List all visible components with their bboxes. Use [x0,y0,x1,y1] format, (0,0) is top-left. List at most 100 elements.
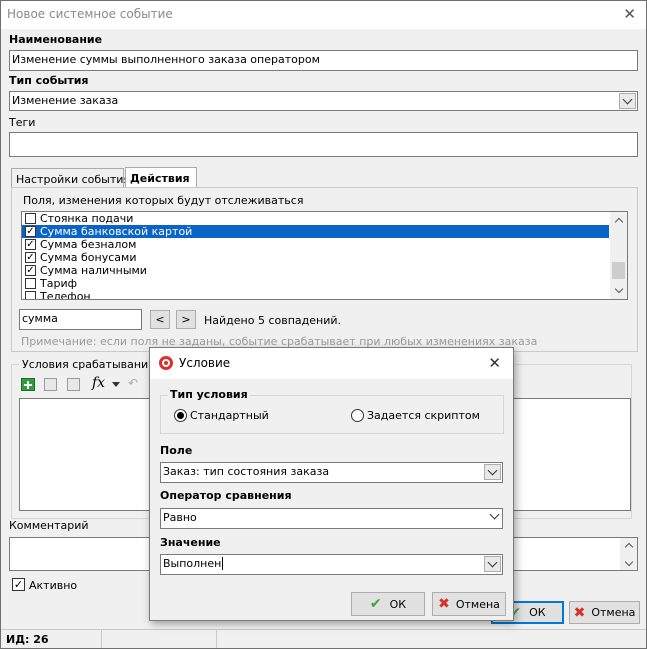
status-bar [1,629,646,648]
main-window: Новое системное событие ✕ Наименование И… [0,0,647,649]
list-item-label: Стоянка подачи [40,212,134,225]
list-item[interactable]: ✓ Сумма банковской картой [22,225,609,238]
close-icon[interactable]: ✕ [623,5,636,23]
search-result: Найдено 5 совпадений. [204,314,342,327]
event-type-select[interactable]: Изменение заказа [9,91,638,111]
operator-select-value: Равно [163,511,197,524]
radio-script-label: Задается скриптом [367,409,480,422]
checkbox[interactable] [25,213,36,224]
tab-actions[interactable]: Действия [125,167,197,188]
chevron-down-icon[interactable] [484,464,501,480]
operator-select[interactable]: Равно [160,508,503,529]
radio-standard[interactable] [174,409,187,422]
title-bar: Новое системное событие ✕ [1,1,646,29]
field-label: Поле [160,444,193,457]
list-item-label: Сумма безналом [40,238,137,251]
checkbox[interactable]: ✓ [25,252,36,263]
tab-actions-label: Действия [130,172,190,185]
status-divider [101,630,102,648]
list-item-label: Телефон [40,290,91,300]
checkbox[interactable]: ✓ [25,226,36,237]
list-item-label: Сумма бонусами [40,251,137,264]
name-label: Наименование [9,33,103,46]
name-input-value: Изменение суммы выполненного заказа опер… [12,53,320,66]
list-item[interactable]: ✓ Сумма наличными [22,264,627,277]
fields-list[interactable]: Стоянка подачи ✓ Сумма банковской картой … [21,211,628,300]
field-select[interactable]: Заказ: тип состояния заказа [160,462,503,483]
search-input-value: сумма [22,312,58,325]
checkbox[interactable] [25,291,36,299]
chevron-down-icon[interactable] [484,556,501,572]
checkbox[interactable]: ✓ [25,265,36,276]
next-match-button[interactable]: > [176,310,196,329]
checkbox[interactable]: ✓ [25,239,36,250]
radio-script[interactable] [351,409,364,422]
tags-input[interactable] [9,132,638,157]
search-input[interactable]: сумма [19,309,142,330]
next-match-label: > [181,313,191,326]
window-title: Новое системное событие [7,7,173,21]
active-checkbox[interactable]: ✓ [12,578,25,591]
delete-condition-icon[interactable] [67,378,80,391]
undo-icon[interactable]: ↶ [128,376,138,390]
list-item-label: Тариф [40,277,77,290]
dialog-cancel-button[interactable]: ✖ Отмена [432,592,506,616]
cancel-label: Отмена [591,606,636,619]
scroll-up-icon[interactable] [610,212,627,229]
list-item[interactable]: ✓ Сумма бонусами [22,251,627,264]
chevron-down-icon[interactable] [619,93,636,109]
operator-label: Оператор сравнения [160,489,292,502]
ok-label: ОК [529,606,546,619]
fx-icon[interactable]: fx [92,375,105,391]
list-item[interactable]: Стоянка подачи [22,212,627,225]
dialog-title-bar: Условие ✕ [150,348,513,379]
value-label: Значение [160,536,221,549]
event-type-label: Тип события [9,74,89,87]
cancel-icon: ✖ [438,596,450,612]
chevron-down-icon[interactable] [489,509,500,520]
trigger-label: Условия срабатывания [19,358,158,371]
event-type-value: Изменение заказа [12,94,119,107]
condition-dialog: Условие ✕ Тип условия Стандартный Задает… [149,347,514,621]
field-select-value: Заказ: тип состояния заказа [163,465,330,478]
fields-label: Поля, изменения которых будут отслеживат… [23,194,304,207]
scroll-up-icon[interactable] [620,538,637,552]
cancel-icon: ✖ [573,604,586,621]
dialog-title: Условие [179,356,231,370]
list-item-label: Сумма наличными [40,264,147,277]
comment-scrollbar[interactable] [620,538,637,570]
add-condition-icon[interactable] [21,378,35,391]
dialog-ok-button[interactable]: ✔ ОК [351,592,425,616]
cancel-button[interactable]: ✖ Отмена [569,601,640,624]
dialog-close-icon[interactable]: ✕ [488,354,501,372]
name-input[interactable]: Изменение суммы выполненного заказа опер… [9,50,638,71]
tags-label: Теги [9,116,36,129]
list-item-label: Сумма банковской картой [40,225,193,238]
checkmark-icon: ✔ [369,596,382,612]
comment-label: Комментарий [9,519,89,532]
prev-match-button[interactable]: < [150,310,170,329]
radio-standard-label: Стандартный [190,409,269,422]
list-item[interactable]: Тариф [22,277,627,290]
value-select[interactable]: Выполнен [160,554,503,575]
app-icon [159,356,173,370]
checkbox[interactable] [25,278,36,289]
fx-dropdown-icon[interactable] [112,382,120,387]
scroll-thumb[interactable] [612,262,625,279]
scroll-down-icon[interactable] [620,556,637,570]
active-label: Активно [29,579,78,592]
text-caret [222,557,224,570]
tab-settings-label: Настройки события [16,173,131,186]
value-select-value: Выполнен [163,557,222,570]
vertical-scrollbar[interactable] [610,212,627,299]
dialog-ok-label: ОК [389,597,407,611]
edit-condition-icon[interactable] [44,378,57,391]
scroll-down-icon[interactable] [610,282,627,299]
dialog-cancel-label: Отмена [455,597,500,611]
list-item[interactable]: ✓ Сумма безналом [22,238,627,251]
condition-type-label: Тип условия [168,388,250,401]
status-divider [216,630,217,648]
list-item[interactable]: Телефон [22,290,627,300]
prev-match-label: < [155,313,165,326]
status-id: ИД: 26 [6,633,49,646]
